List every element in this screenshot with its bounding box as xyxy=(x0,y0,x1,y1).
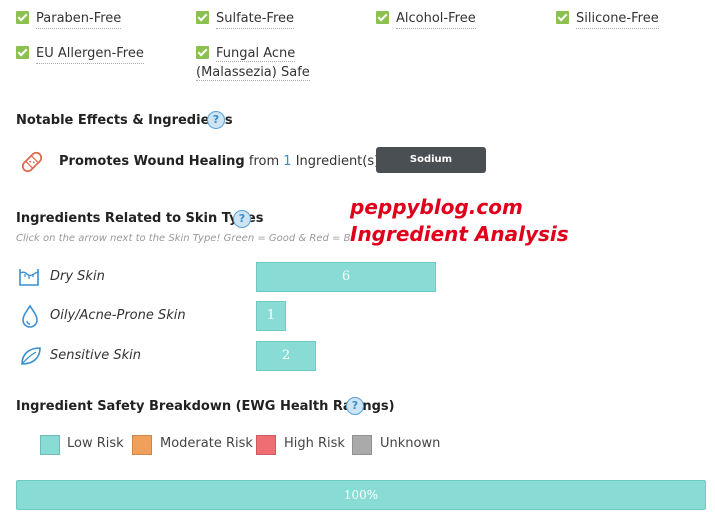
bandage-icon xyxy=(21,151,43,173)
legend-label-high-risk: High Risk xyxy=(284,436,345,451)
oily-skin-bar[interactable]: 1 xyxy=(256,301,286,331)
dry-skin-value: 6 xyxy=(341,269,351,284)
effect-name: Promotes Wound Healing xyxy=(59,154,245,169)
safety-bar-value: 100% xyxy=(343,488,379,502)
sensitive-skin-value: 2 xyxy=(281,348,291,363)
alcohol-free-label[interactable]: Alcohol-Free xyxy=(396,9,476,29)
legend-swatch-unknown xyxy=(352,435,372,455)
sensitive-skin-bar[interactable]: 2 xyxy=(256,341,316,371)
sensitive-skin-label[interactable]: Sensitive Skin xyxy=(50,348,141,363)
check-icon xyxy=(16,11,29,24)
safety-breakdown-title: Ingredient Safety Breakdown (EWG Health … xyxy=(16,399,395,414)
legend-label-moderate-risk: Moderate Risk xyxy=(160,436,253,451)
check-icon xyxy=(376,11,389,24)
paraben-free-label[interactable]: Paraben-Free xyxy=(36,9,122,29)
from-text: from xyxy=(248,154,280,169)
check-icon xyxy=(16,46,29,59)
watermark-line2: Ingredient Analysis xyxy=(350,222,569,246)
fungal-acne-line2: (Malassezia) Safe xyxy=(196,65,310,81)
sensitive-skin-icon xyxy=(21,347,41,365)
sulfate-free-label[interactable]: Sulfate-Free xyxy=(216,9,295,29)
silicone-free-label[interactable]: Silicone-Free xyxy=(576,9,659,29)
eu-allergen-free-label[interactable]: EU Allergen-Free xyxy=(36,44,144,64)
legend-swatch-low-risk xyxy=(40,435,60,455)
dry-skin-icon xyxy=(19,269,39,286)
help-icon[interactable]: ? xyxy=(346,397,364,415)
fungal-acne-line1: Fungal Acne xyxy=(216,46,296,62)
skin-types-subtitle: Click on the arrow next to the Skin Type… xyxy=(16,233,350,244)
effect-row: Promotes Wound Healing from 1 Ingredient… xyxy=(59,154,384,169)
check-icon xyxy=(196,11,209,24)
notable-effects-title: Notable Effects & Ingredients xyxy=(16,113,233,128)
legend-swatch-high-risk xyxy=(256,435,276,455)
legend-swatch-moderate-risk xyxy=(132,435,152,455)
safety-low-risk-bar[interactable]: 100% xyxy=(16,480,706,510)
ingredient-tag-sodium-hyaluronate[interactable]: Sodium Hyaluronate xyxy=(376,147,486,191)
oily-skin-value: 1 xyxy=(266,308,276,323)
oily-skin-icon xyxy=(22,304,38,328)
dry-skin-label[interactable]: Dry Skin xyxy=(50,269,105,284)
dry-skin-bar[interactable]: 6 xyxy=(256,262,436,292)
help-icon[interactable]: ? xyxy=(233,210,251,228)
legend-label-unknown: Unknown xyxy=(380,436,441,451)
ingredient-suffix: Ingredient(s): xyxy=(295,154,384,169)
legend-label-low-risk: Low Risk xyxy=(67,436,124,451)
fungal-acne-safe-label[interactable]: Fungal Acne (Malassezia) Safe xyxy=(196,44,336,82)
ingredient-count-link[interactable]: 1 xyxy=(283,154,291,169)
oily-skin-label[interactable]: Oily/Acne-Prone Skin xyxy=(50,308,186,323)
check-icon xyxy=(556,11,569,24)
help-icon[interactable]: ? xyxy=(207,111,225,129)
watermark-line1: peppyblog.com xyxy=(350,195,523,219)
skin-types-title: Ingredients Related to Skin Types xyxy=(16,211,264,226)
